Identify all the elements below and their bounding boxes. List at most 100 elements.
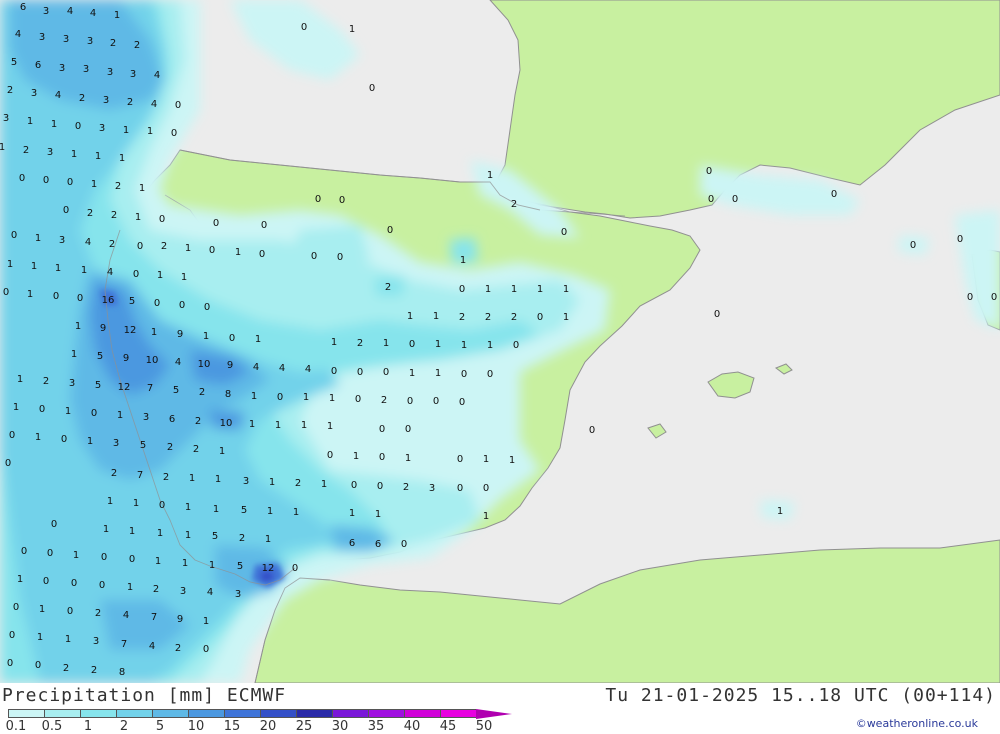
precip-value: 0 xyxy=(377,481,383,492)
legend-swatch xyxy=(188,709,224,718)
precip-value: 1 xyxy=(155,556,161,567)
precip-value: 1 xyxy=(35,233,41,244)
precip-value: 0 xyxy=(379,424,385,435)
precip-value: 9 xyxy=(177,329,183,340)
precipitation-map: 6344143332256333342342324031103110123111… xyxy=(0,0,1000,683)
precip-value: 1 xyxy=(123,125,129,136)
precip-value: 1 xyxy=(215,474,221,485)
precip-value: 1 xyxy=(0,142,5,153)
precip-value: 0 xyxy=(405,424,411,435)
precip-value: 6 xyxy=(20,2,26,13)
legend-tick-label: 15 xyxy=(223,719,241,734)
precip-value: 1 xyxy=(275,420,281,431)
precip-value: 12 xyxy=(124,325,137,336)
precip-value: 1 xyxy=(487,170,493,181)
precip-value: 0 xyxy=(967,292,973,303)
precip-value: 0 xyxy=(459,284,465,295)
precip-value: 3 xyxy=(130,69,136,80)
precip-value: 1 xyxy=(7,259,13,270)
precip-value: 1 xyxy=(185,502,191,513)
legend-tick-label: 2 xyxy=(119,719,129,734)
precip-value: 1 xyxy=(235,247,241,258)
precip-value: 1 xyxy=(55,263,61,274)
precip-value: 2 xyxy=(385,282,391,293)
precip-value: 1 xyxy=(103,524,109,535)
precip-value: 6 xyxy=(375,539,381,550)
precip-value: 0 xyxy=(35,660,41,671)
precip-value: 0 xyxy=(43,576,49,587)
precip-value: 1 xyxy=(409,368,415,379)
precip-value: 4 xyxy=(149,641,155,652)
precip-value: 0 xyxy=(383,367,389,378)
map-footer: Precipitation [mm] ECMWF Tu 21-01-2025 1… xyxy=(0,683,1000,734)
legend-swatch xyxy=(116,709,152,718)
legend-tick-label: 30 xyxy=(331,719,349,734)
precip-value: 1 xyxy=(157,528,163,539)
precip-value: 3 xyxy=(59,63,65,74)
legend-swatch xyxy=(44,709,80,718)
precip-value: 3 xyxy=(180,586,186,597)
precip-value: 0 xyxy=(213,218,219,229)
precip-value: 2 xyxy=(7,85,13,96)
precip-value: 0 xyxy=(7,658,13,669)
precip-value: 8 xyxy=(119,667,125,678)
precip-value: 5 xyxy=(241,505,247,516)
precip-value: 1 xyxy=(777,506,783,517)
precip-value: 0 xyxy=(261,220,267,231)
precip-value: 0 xyxy=(9,630,15,641)
precip-value: 0 xyxy=(63,205,69,216)
precip-value: 1 xyxy=(293,507,299,518)
precip-value: 0 xyxy=(179,300,185,311)
precip-value: 0 xyxy=(71,578,77,589)
precip-value: 0 xyxy=(589,425,595,436)
map-canvas: 6 3 4 4 14 3 3 3 2 25 6 3 3 3 3 42 3 4 2 3 2 4 03 1 1 0 3 1 1 01 2 3 1 1 1… xyxy=(0,0,1000,683)
precip-value: 2 xyxy=(511,199,517,210)
precip-value: 4 xyxy=(154,70,160,81)
precip-value: 4 xyxy=(279,363,285,374)
precip-value: 2 xyxy=(511,312,517,323)
precip-value: 4 xyxy=(55,90,61,101)
precip-value: 3 xyxy=(143,412,149,423)
precip-value: 9 xyxy=(177,614,183,625)
precip-value: 8 xyxy=(225,389,231,400)
legend-ticks: 0.1 0.5 1 2 5 10 15 20 25 30 35 40 45 50 xyxy=(0,719,540,734)
precip-value: 7 xyxy=(147,383,153,394)
precip-value: 1 xyxy=(65,406,71,417)
valid-time: Tu 21-01-2025 15..18 UTC (00+114) xyxy=(605,685,996,706)
precip-value: 7 xyxy=(151,612,157,623)
precip-value: 0 xyxy=(327,450,333,461)
precip-value: 0 xyxy=(204,302,210,313)
precip-value: 0 xyxy=(706,166,712,177)
precip-value: 0 xyxy=(487,369,493,380)
precip-value: 6 xyxy=(169,414,175,425)
legend-tick-label: 0.1 xyxy=(5,719,27,734)
precip-value: 0 xyxy=(387,225,393,236)
precip-value: 5 xyxy=(212,531,218,542)
legend-tick-label: 35 xyxy=(367,719,385,734)
precip-value: 0 xyxy=(315,194,321,205)
precip-value: 1 xyxy=(185,530,191,541)
precip-value: 1 xyxy=(129,526,135,537)
precip-value: 0 xyxy=(561,227,567,238)
precip-value: 2 xyxy=(153,584,159,595)
precip-value: 5 xyxy=(237,561,243,572)
precip-value: 1 xyxy=(139,183,145,194)
precip-value: 1 xyxy=(107,496,113,507)
precip-value: 3 xyxy=(69,378,75,389)
precip-value: 0 xyxy=(277,392,283,403)
precip-value: 0 xyxy=(537,312,543,323)
precip-value: 3 xyxy=(63,34,69,45)
legend-tick-label: 0.5 xyxy=(41,719,63,734)
precip-value: 1 xyxy=(329,393,335,404)
precip-value: 2 xyxy=(87,208,93,219)
precip-value: 3 xyxy=(429,483,435,494)
precip-value: 4 xyxy=(253,362,259,373)
credit-link[interactable]: ©weatheronline.co.uk xyxy=(856,717,978,730)
precip-value: 3 xyxy=(47,147,53,158)
precip-value: 10 xyxy=(198,359,211,370)
precip-value: 2 xyxy=(357,338,363,349)
precip-value: 1 xyxy=(509,455,515,466)
precip-value: 0 xyxy=(203,644,209,655)
precip-value: 0 xyxy=(991,292,997,303)
precip-value: 0 xyxy=(11,230,17,241)
